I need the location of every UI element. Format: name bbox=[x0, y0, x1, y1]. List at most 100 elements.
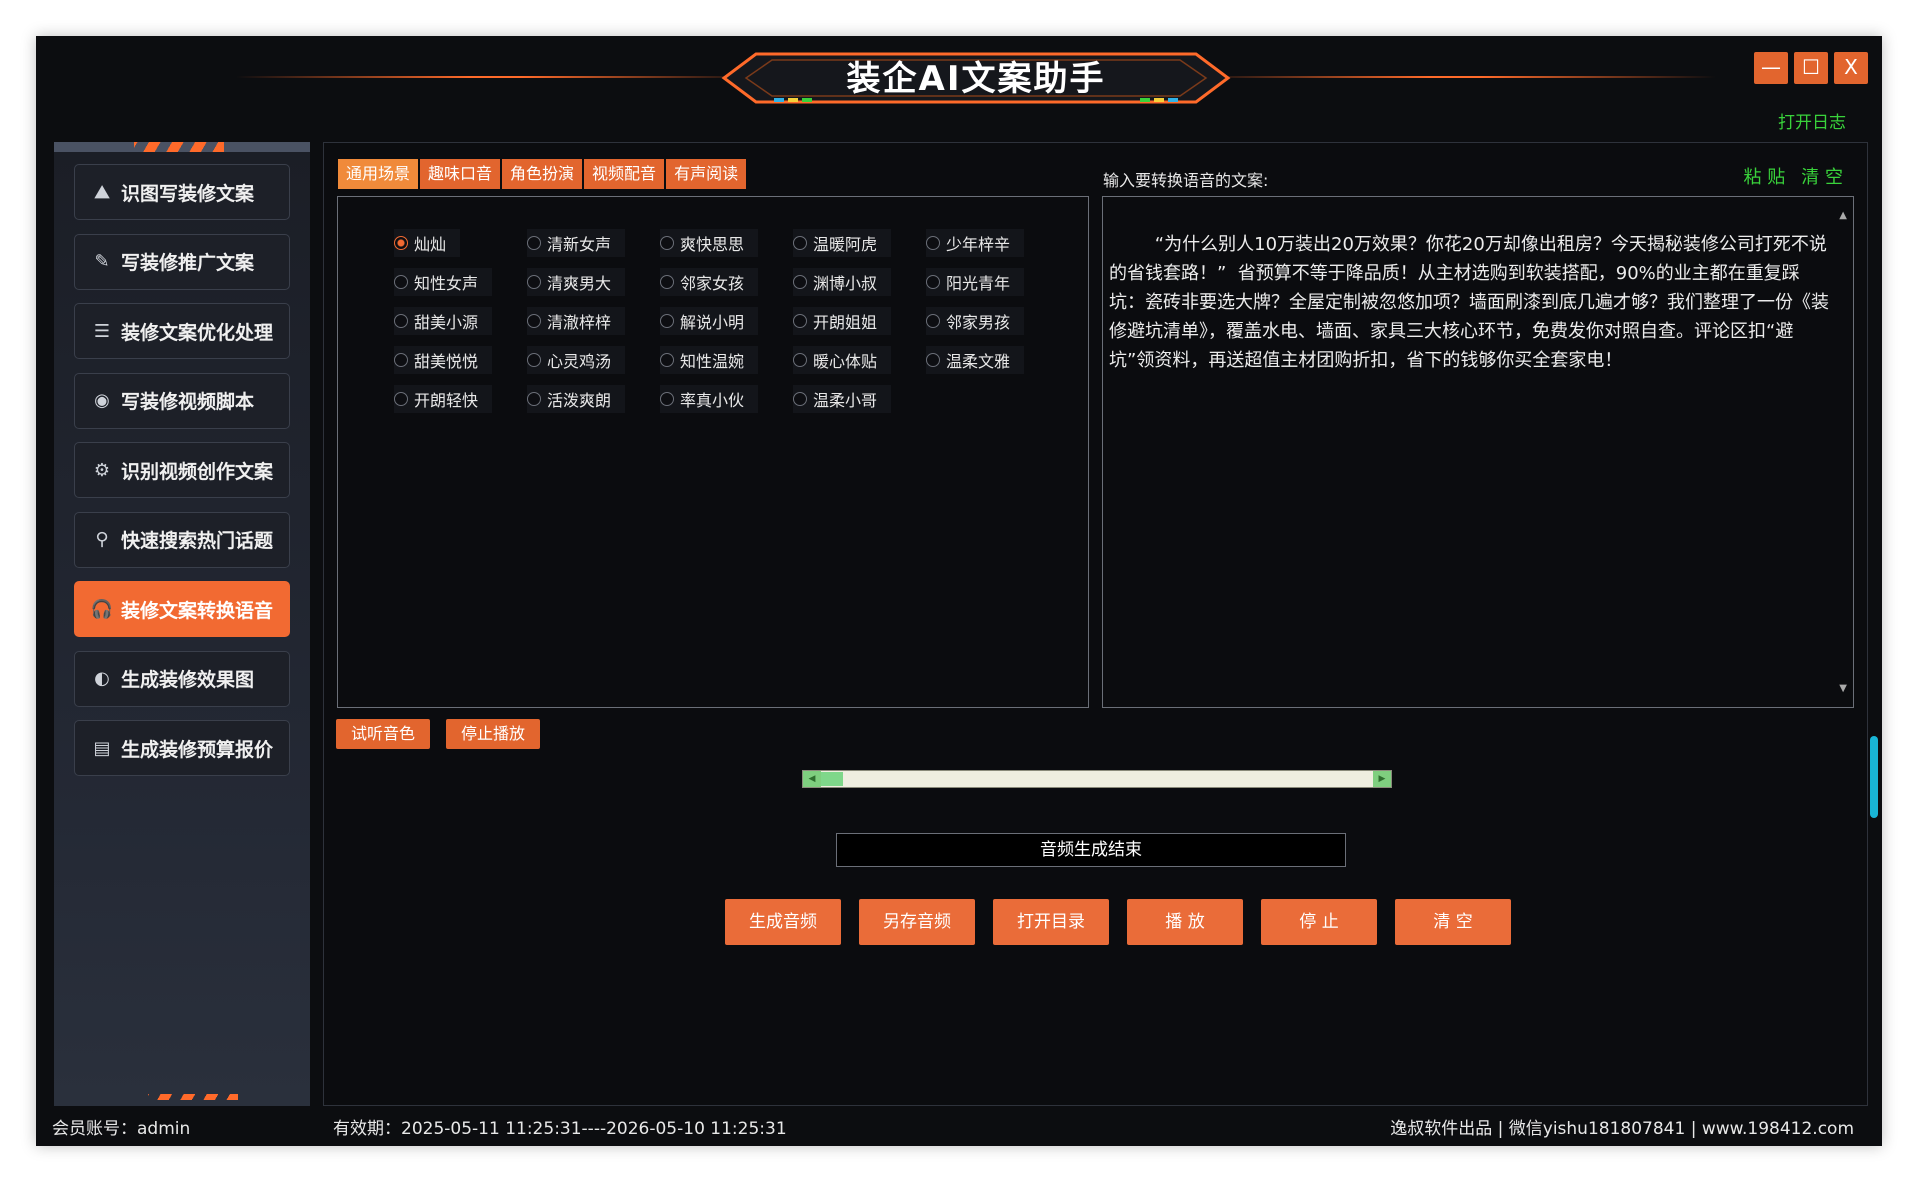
voice-label: 甜美小源 bbox=[414, 313, 479, 332]
voice-label: 温柔文雅 bbox=[946, 352, 1011, 371]
sidebar-item-9[interactable]: ▤ 生成装修预算报价 bbox=[74, 720, 290, 776]
voice-options-panel: 灿灿 清新女声 爽快思思 温暖阿虎 少年梓辛知性女声 清爽男大 邻家女孩 渊博小叔 阳光青年甜美… bbox=[337, 196, 1089, 708]
voice-radio-option[interactable]: 温柔小哥 bbox=[793, 385, 892, 413]
sidebar-top-stripes bbox=[134, 142, 224, 152]
voice-radio-option[interactable]: 甜美悦悦 bbox=[394, 346, 493, 374]
voice-radio-option[interactable]: 心灵鸡汤 bbox=[527, 346, 626, 374]
app-title: 装企AI文案助手 bbox=[846, 59, 1106, 99]
voice-label: 少年梓辛 bbox=[946, 235, 1011, 254]
pen-icon: ✎ bbox=[94, 251, 110, 272]
progress-left-arrow-icon[interactable]: ◀ bbox=[803, 771, 821, 787]
voice-radio-option[interactable]: 知性女声 bbox=[394, 268, 493, 296]
audio-progress-bar[interactable]: ◀ ▶ bbox=[802, 770, 1392, 788]
voice-radio-option[interactable]: 知性温婉 bbox=[660, 346, 759, 374]
clear-text-button[interactable]: 清 空 bbox=[1801, 163, 1843, 189]
sidebar-item-1[interactable]: ⛰ 识图写装修文案 bbox=[74, 164, 290, 220]
radio-circle-icon bbox=[660, 236, 674, 250]
headphones-icon: 🎧 bbox=[90, 598, 114, 620]
sidebar-item-2[interactable]: ✎ 写装修推广文案 bbox=[74, 233, 290, 290]
voice-radio-option[interactable]: 开朗轻快 bbox=[394, 385, 493, 413]
voice-radio-option[interactable]: 少年梓辛 bbox=[926, 229, 1025, 257]
text-actions: 粘 贴 清 空 bbox=[1744, 163, 1843, 189]
title-right-line bbox=[1196, 76, 1716, 78]
listen-voice-button[interactable]: 试听音色 bbox=[336, 719, 430, 749]
voice-label: 活泼爽朗 bbox=[547, 391, 612, 410]
sidebar-item-4[interactable]: ◉ 写装修视频脚本 bbox=[74, 372, 290, 429]
voice-radio-option[interactable]: 开朗姐姐 bbox=[793, 307, 892, 335]
maximize-button[interactable]: ☐ bbox=[1794, 52, 1828, 84]
tab-general[interactable]: 通用场景 bbox=[338, 159, 419, 189]
main-panel: 通用场景 趣味口音 角色扮演 视频配音 有声阅读 灿灿 清新女声 爽快思思 温暖阿虎 少… bbox=[323, 142, 1868, 1106]
voice-radio-option[interactable]: 爽快思思 bbox=[660, 229, 759, 257]
image-icon: ⛰ bbox=[94, 181, 110, 203]
scroll-up-arrow-icon[interactable]: ▲ bbox=[1839, 201, 1847, 230]
voice-label: 开朗轻快 bbox=[414, 391, 479, 410]
footer-credits: 逸叔软件出品 | 微信yishu181807841 | www.198412.c… bbox=[1390, 1119, 1854, 1139]
save-audio-button[interactable]: 另存音频 bbox=[859, 899, 975, 945]
open-folder-button[interactable]: 打开目录 bbox=[993, 899, 1109, 945]
sidebar-item-6[interactable]: ⚲ 快速搜索热门话题 bbox=[74, 511, 290, 568]
clear-button[interactable]: 清 空 bbox=[1395, 899, 1511, 945]
close-button[interactable]: X bbox=[1834, 52, 1868, 84]
tab-audiobook[interactable]: 有声阅读 bbox=[666, 159, 747, 189]
voice-radio-option[interactable]: 阳光青年 bbox=[926, 268, 1025, 296]
voice-label: 清新女声 bbox=[547, 235, 612, 254]
voice-radio-option[interactable]: 灿灿 bbox=[394, 229, 461, 257]
radio-circle-icon bbox=[527, 392, 541, 406]
voice-label: 甜美悦悦 bbox=[414, 352, 479, 371]
sidebar-item-8[interactable]: ◐ 生成装修效果图 bbox=[74, 650, 290, 707]
voice-radio-option[interactable]: 温柔文雅 bbox=[926, 346, 1025, 374]
scroll-down-arrow-icon[interactable]: ▼ bbox=[1839, 674, 1847, 703]
paste-button[interactable]: 粘 贴 bbox=[1744, 163, 1786, 189]
sidebar-item-7[interactable]: 🎧 装修文案转换语音 bbox=[74, 581, 290, 637]
camera-icon: ◉ bbox=[94, 390, 110, 411]
vertical-scrollbar-thumb[interactable] bbox=[1870, 736, 1878, 818]
voice-radio-option[interactable]: 清澈梓梓 bbox=[527, 307, 626, 335]
play-button[interactable]: 播 放 bbox=[1127, 899, 1243, 945]
voice-label: 阳光青年 bbox=[946, 274, 1011, 293]
app-window: 装企AI文案助手 — ☐ X 打开日志 ⛰ 识图写装修文案 ✎ 写装修推广文案 ☰ 装修文… bbox=[36, 36, 1882, 1146]
title-left-line bbox=[236, 76, 756, 78]
voice-label: 暖心体贴 bbox=[813, 352, 878, 371]
voice-radio-option[interactable]: 温暖阿虎 bbox=[793, 229, 892, 257]
open-log-link[interactable]: 打开日志 bbox=[1778, 108, 1846, 133]
voice-radio-option[interactable]: 清新女声 bbox=[527, 229, 626, 257]
voice-radio-option[interactable]: 活泼爽朗 bbox=[527, 385, 626, 413]
radio-circle-icon bbox=[660, 392, 674, 406]
stop-button[interactable]: 停 止 bbox=[1261, 899, 1377, 945]
progress-right-arrow-icon[interactable]: ▶ bbox=[1373, 771, 1391, 787]
voice-radio-option[interactable]: 率真小伙 bbox=[660, 385, 759, 413]
voice-radio-option[interactable]: 邻家女孩 bbox=[660, 268, 759, 296]
generate-audio-button[interactable]: 生成音频 bbox=[725, 899, 841, 945]
sidebar-item-label: 生成装修效果图 bbox=[121, 669, 255, 691]
text-input-area[interactable]: “为什么别人10万装出20万效果？你花20万却像出租房？今天揭秘装修公司打死不说… bbox=[1102, 196, 1854, 708]
voice-radio-option[interactable]: 甜美小源 bbox=[394, 307, 493, 335]
sidebar-item-3[interactable]: ☰ 装修文案优化处理 bbox=[74, 303, 290, 359]
radio-circle-icon bbox=[527, 275, 541, 289]
voice-radio-option[interactable]: 渊博小叔 bbox=[793, 268, 892, 296]
voice-radio-option[interactable]: 清爽男大 bbox=[527, 268, 626, 296]
sidebar-item-5[interactable]: ⚙ 识别视频创作文案 bbox=[74, 442, 290, 498]
radio-circle-icon bbox=[527, 236, 541, 250]
radio-circle-icon bbox=[394, 314, 408, 328]
sidebar-item-label: 识别视频创作文案 bbox=[121, 460, 274, 483]
stop-preview-button[interactable]: 停止播放 bbox=[446, 719, 540, 749]
tab-video-dubbing[interactable]: 视频配音 bbox=[584, 159, 665, 189]
radio-circle-icon bbox=[394, 275, 408, 289]
voice-radio-option[interactable]: 邻家男孩 bbox=[926, 307, 1025, 335]
radio-circle-icon bbox=[394, 392, 408, 406]
voice-radio-option[interactable]: 解说小明 bbox=[660, 307, 759, 335]
sidebar: ⛰ 识图写装修文案 ✎ 写装修推广文案 ☰ 装修文案优化处理 ◉ 写装修视频脚本 ⚙ 识别视频创作… bbox=[54, 142, 310, 1106]
sidebar-item-label: 装修文案转换语音 bbox=[121, 599, 274, 622]
sidebar-item-label: 识图写装修文案 bbox=[121, 182, 255, 205]
tab-accent[interactable]: 趣味口音 bbox=[420, 159, 501, 189]
tab-roleplay[interactable]: 角色扮演 bbox=[502, 159, 583, 189]
radio-circle-icon bbox=[660, 314, 674, 328]
voice-radio-option[interactable]: 暖心体贴 bbox=[793, 346, 892, 374]
radio-circle-icon bbox=[926, 314, 940, 328]
footer-account: 会员账号：admin bbox=[52, 1119, 191, 1139]
voice-label: 邻家男孩 bbox=[946, 313, 1011, 332]
document-icon: ☰ bbox=[93, 320, 111, 342]
minimize-button[interactable]: — bbox=[1754, 52, 1788, 84]
voice-label: 渊博小叔 bbox=[813, 274, 878, 293]
